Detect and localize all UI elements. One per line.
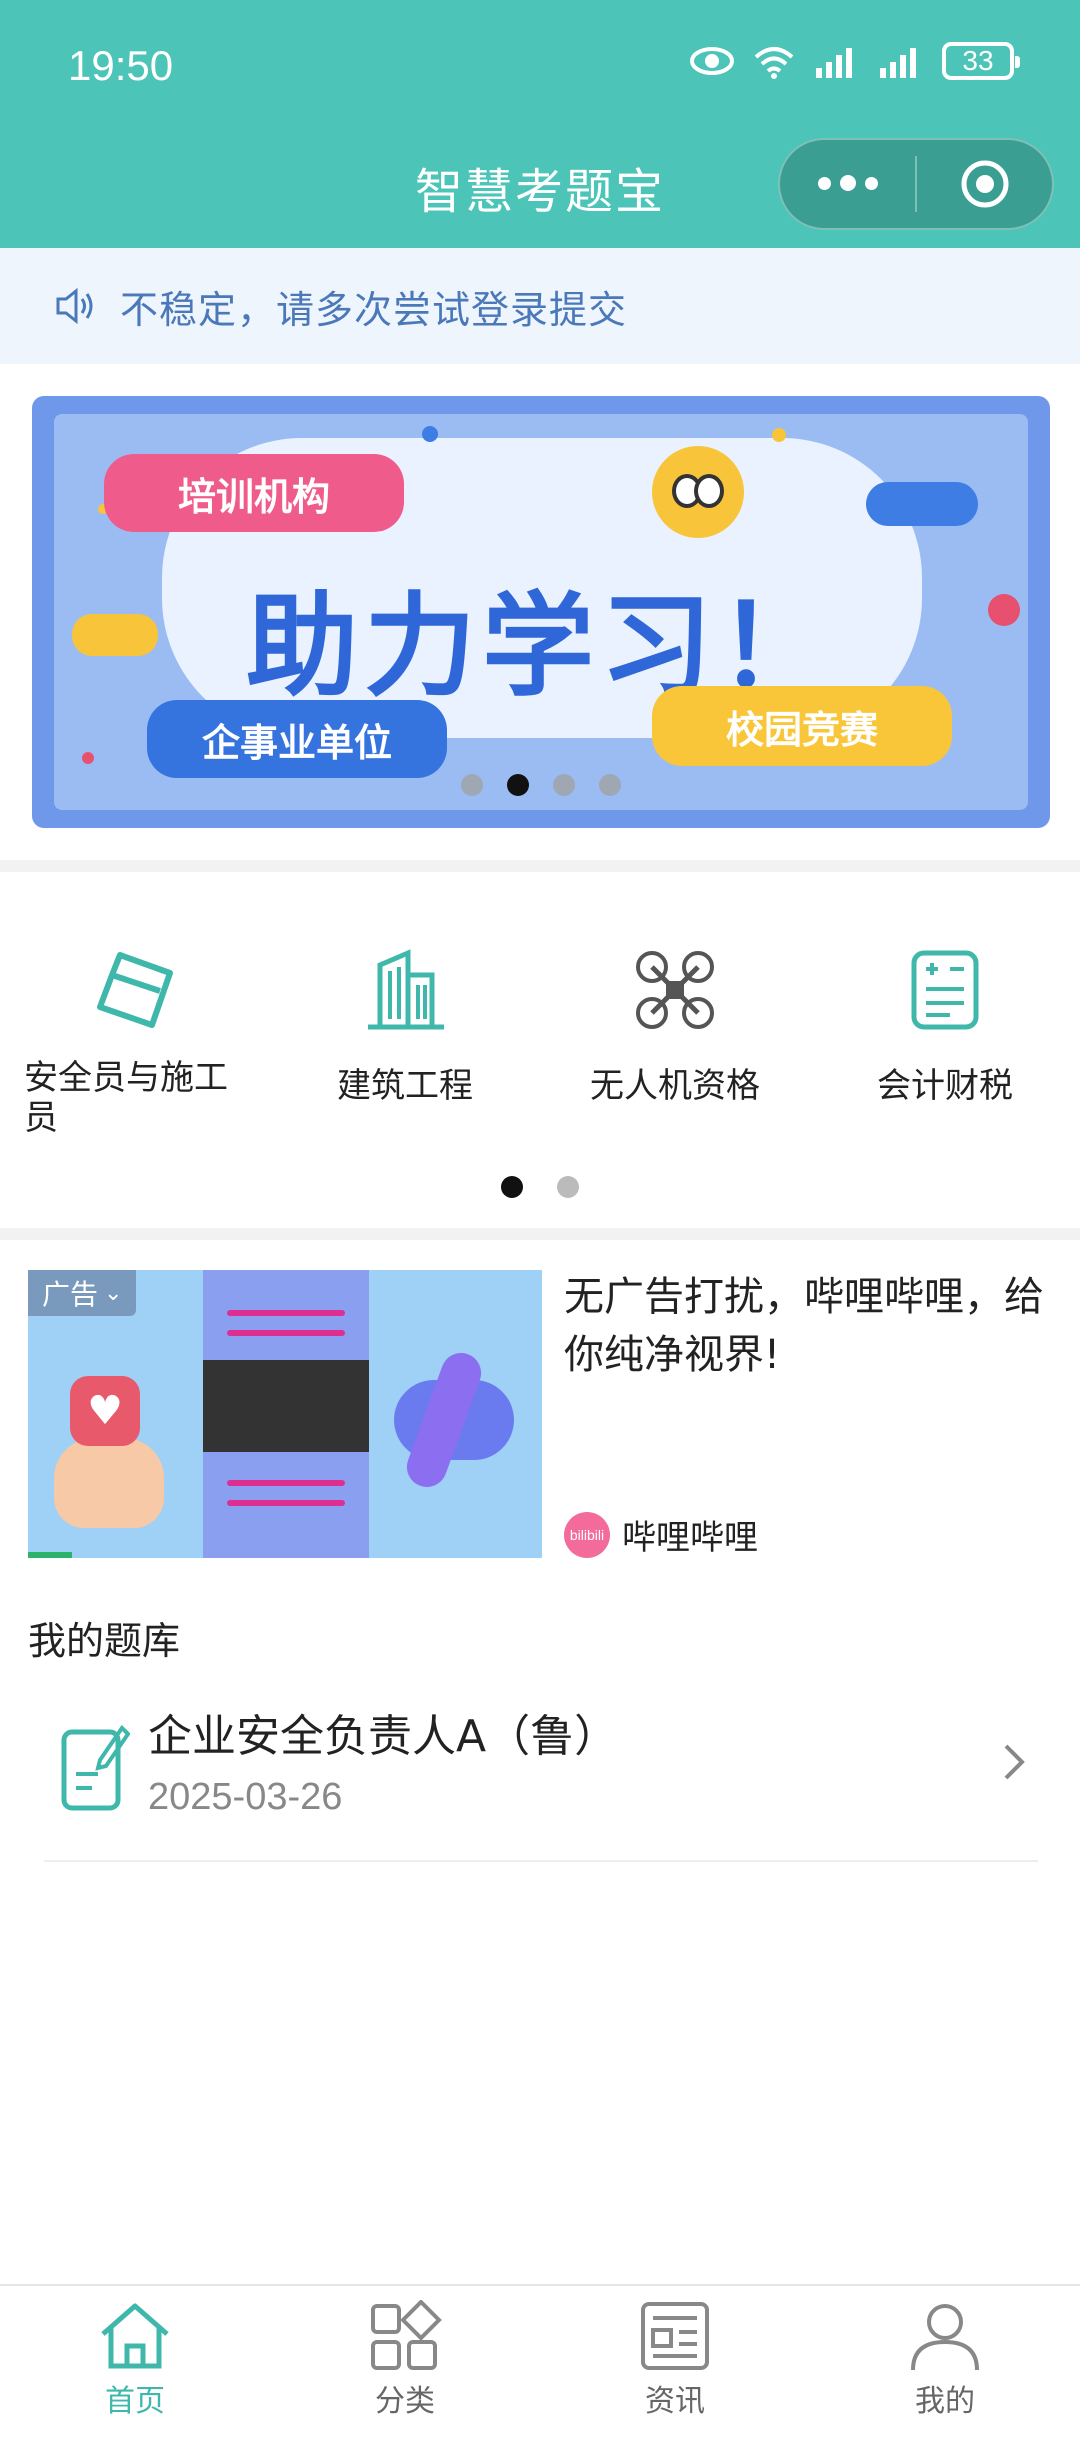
ad-source[interactable]: bilibili 哔哩哔哩 <box>564 1510 758 1559</box>
section-title-my-bank: 我的题库 <box>28 1619 181 1663</box>
tab-label: 我的 <box>915 2384 975 2419</box>
category-safety[interactable]: 安全员与施工员 <box>0 940 270 1138</box>
category-grid: 安全员与施工员 建筑工程 无人机资格 会计财税 <box>0 940 1080 1138</box>
tab-mine[interactable]: 我的 <box>810 2286 1080 2438</box>
category-icon <box>371 2300 442 2370</box>
ad-badge[interactable]: 广告 ⌄ <box>28 1270 137 1316</box>
banner-carousel[interactable]: 培训机构 助力学习！ 企事业单位 校园竞赛 <box>32 396 1050 828</box>
banner-tag-campus: 校园竞赛 <box>652 686 952 766</box>
section-divider <box>0 1228 1080 1240</box>
banner-dot[interactable] <box>461 774 483 796</box>
ad-text-line <box>227 1500 345 1506</box>
banner-dot-active[interactable] <box>507 774 529 796</box>
bottom-tab-bar: 首页 分类 资讯 我的 <box>0 2284 1080 2438</box>
user-icon <box>911 2304 979 2371</box>
ad-badge-label: 广告 <box>42 1278 99 1311</box>
signal-icon-2 <box>880 48 916 78</box>
ad-title[interactable]: 无广告打扰，哔哩哔哩，给你纯净视界! <box>564 1268 1054 1384</box>
category-construction[interactable]: 建筑工程 <box>270 940 540 1138</box>
tab-news[interactable]: 资讯 <box>540 2286 810 2438</box>
decor-dot <box>772 428 786 442</box>
category-dot-active[interactable] <box>501 1176 523 1198</box>
miniapp-capsule <box>778 138 1054 230</box>
category-label: 会计财税 <box>877 1066 1013 1106</box>
document-edit-icon <box>61 1724 130 1811</box>
more-dots-icon <box>817 175 878 191</box>
calculator-icon <box>895 940 995 1040</box>
decor-pill <box>866 482 978 526</box>
ad-text-line <box>227 1480 345 1486</box>
close-miniapp-button[interactable] <box>917 140 1052 228</box>
plane-illustration <box>394 1380 514 1460</box>
ad-progress-bar <box>28 1552 72 1558</box>
battery-level: 33 <box>962 45 994 76</box>
banner-dot[interactable] <box>553 774 575 796</box>
banner-tag-enterprise: 企事业单位 <box>147 700 447 778</box>
bilibili-logo-icon: bilibili <box>564 1511 610 1558</box>
category-label: 无人机资格 <box>590 1066 760 1106</box>
banner-dot[interactable] <box>599 774 621 796</box>
more-button[interactable] <box>780 140 915 228</box>
target-icon <box>961 160 1008 208</box>
category-pagination <box>0 1176 1080 1198</box>
bank-date: 2025-03-26 <box>148 1776 343 1818</box>
tab-label: 分类 <box>375 2384 435 2419</box>
heart-icon: ♥ <box>70 1376 140 1446</box>
decor-dot <box>422 426 438 442</box>
hand-illustration <box>54 1438 164 1528</box>
header-bar: 19:50 33 智慧考题宝 <box>0 0 1080 248</box>
ad-image[interactable]: ♥ 广告 ⌄ <box>28 1270 542 1558</box>
tab-category[interactable]: 分类 <box>270 2286 540 2438</box>
ad-text-line <box>227 1330 345 1336</box>
emoji-face-icon <box>652 446 744 538</box>
ad-video-frame <box>203 1360 369 1452</box>
news-icon <box>641 2302 709 2370</box>
wifi-icon <box>754 47 794 79</box>
category-dot[interactable] <box>557 1176 579 1198</box>
home-icon <box>101 2303 169 2369</box>
banner-pagination <box>32 774 1050 796</box>
category-accounting[interactable]: 会计财税 <box>810 940 1080 1138</box>
tab-label: 首页 <box>105 2384 165 2419</box>
category-drone[interactable]: 无人机资格 <box>540 940 810 1138</box>
banner-tag-training: 培训机构 <box>104 454 404 532</box>
category-label: 建筑工程 <box>337 1066 473 1106</box>
chevron-down-icon: ⌄ <box>104 1280 123 1306</box>
bank-name: 企业安全负责人A（鲁） <box>148 1711 619 1762</box>
category-label: 安全员与施工员 <box>24 1058 228 1138</box>
ad-source-name: 哔哩哔哩 <box>622 1518 758 1558</box>
ad-text-line <box>227 1310 345 1316</box>
notice-text: 不稳定，请多次尝试登录提交 <box>120 287 628 332</box>
pencil-box-icon <box>85 940 185 1040</box>
status-icons: 33 <box>690 42 1020 80</box>
status-time: 19:50 <box>68 42 174 89</box>
notice-bar: 不稳定，请多次尝试登录提交 <box>0 248 1080 364</box>
ad-phone-screen <box>203 1270 369 1558</box>
battery-icon: 33 <box>942 42 1020 80</box>
tab-home[interactable]: 首页 <box>0 2286 270 2438</box>
eye-icon <box>690 47 734 75</box>
speaker-icon <box>56 287 93 325</box>
tab-label: 资讯 <box>645 2384 705 2419</box>
decor-dot <box>82 752 94 764</box>
section-divider <box>0 860 1080 872</box>
question-bank-item[interactable]: 企业安全负责人A（鲁） 2025-03-26 <box>44 1680 1038 1862</box>
drone-icon <box>625 940 725 1040</box>
building-icon <box>355 940 455 1040</box>
signal-icon <box>816 48 852 78</box>
chevron-right-icon <box>1004 1744 1025 1780</box>
